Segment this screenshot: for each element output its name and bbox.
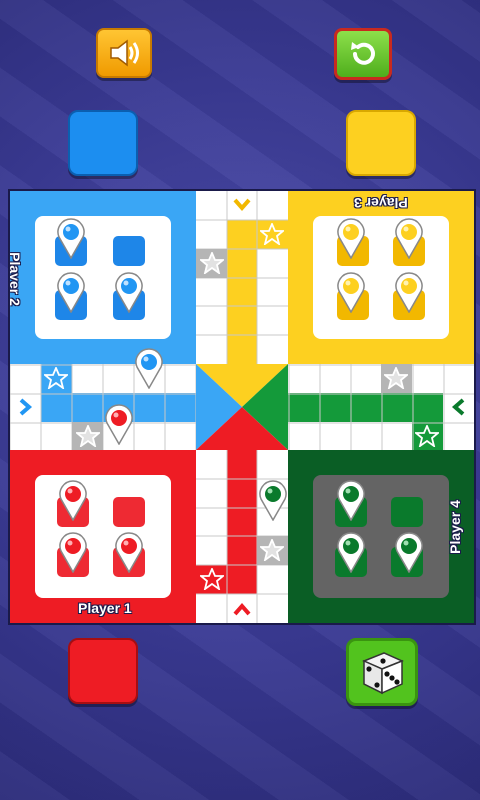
dice-icon [362, 652, 404, 695]
star-icon [260, 539, 284, 561]
restart-button[interactable] [334, 28, 392, 80]
red-player-indicator [68, 638, 138, 704]
blue-pawn[interactable] [54, 217, 88, 259]
star-icon [384, 367, 408, 389]
ludo-board: Player 1 Player 2 Player 3 Player 4 [8, 189, 476, 625]
red-pawn[interactable] [56, 531, 90, 573]
green-pawn[interactable] [392, 531, 426, 573]
blue-pawn[interactable] [112, 271, 146, 313]
star-icon [415, 425, 439, 447]
yellow-pawn[interactable] [392, 217, 426, 259]
speaker-icon [110, 39, 139, 67]
blue-player-indicator [68, 110, 138, 176]
green-pawn[interactable] [334, 531, 368, 573]
red-pawn[interactable] [56, 479, 90, 521]
star-icon [260, 223, 284, 245]
star-icon [44, 367, 68, 389]
star-icon [200, 568, 224, 590]
restart-icon [351, 42, 375, 65]
blue-pawn[interactable] [132, 347, 166, 389]
yellow-pawn[interactable] [334, 271, 368, 313]
sound-button[interactable] [96, 28, 152, 78]
dice-button[interactable] [346, 638, 418, 706]
chevron-left-icon [451, 398, 465, 416]
star-icon [76, 425, 100, 447]
star-icon [200, 252, 224, 274]
yellow-pawn[interactable] [392, 271, 426, 313]
red-pawn[interactable] [112, 531, 146, 573]
green-pawn[interactable] [334, 479, 368, 521]
green-pawn[interactable] [256, 479, 290, 521]
blue-pawn[interactable] [54, 271, 88, 313]
yellow-player-indicator [346, 110, 416, 176]
chevron-right-icon [19, 398, 33, 416]
chevron-up-icon [233, 602, 251, 616]
red-pawn[interactable] [102, 403, 136, 445]
yellow-pawn[interactable] [334, 217, 368, 259]
chevron-down-icon [233, 198, 251, 212]
